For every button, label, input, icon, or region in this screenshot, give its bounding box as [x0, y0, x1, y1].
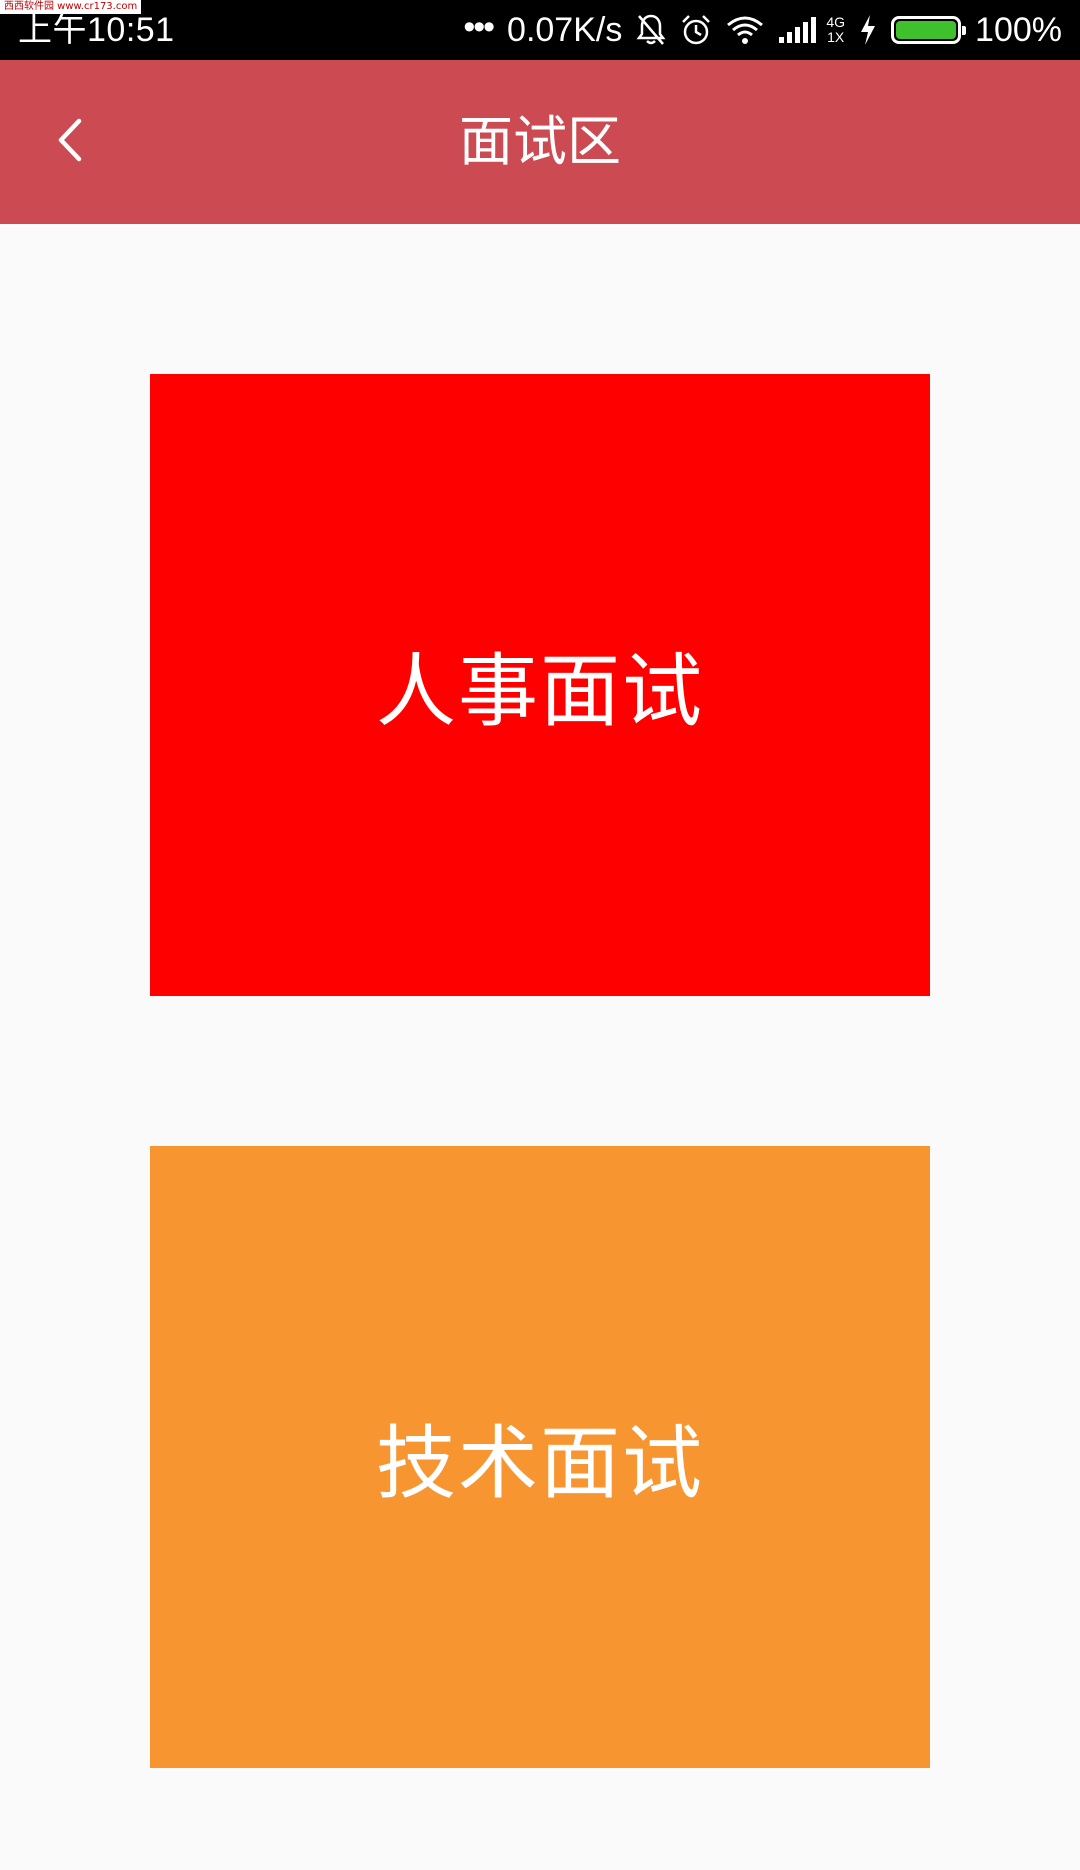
hr-interview-label: 人事面试	[376, 645, 704, 738]
overflow-dots: •••	[463, 8, 495, 46]
battery-fill	[896, 21, 957, 39]
tech-interview-button[interactable]: 技术面试	[150, 1146, 930, 1768]
network-type: 4G 1X	[826, 15, 845, 45]
charging-icon	[859, 14, 877, 46]
battery-percent: 100%	[975, 10, 1062, 49]
tech-interview-label: 技术面试	[376, 1417, 704, 1510]
status-icons: ••• 0.07K/s 4G 1X 100%	[463, 8, 1062, 52]
notifications-off-icon	[636, 13, 666, 47]
wifi-icon	[726, 15, 764, 45]
network-type-bottom: 1X	[827, 29, 845, 45]
watermark: 西西软件园 www.cr173.com	[0, 0, 142, 14]
status-time: 上午10:51	[18, 11, 175, 49]
app-bar: 面试区	[0, 60, 1080, 224]
page-title: 面试区	[459, 110, 621, 173]
back-button[interactable]	[30, 102, 110, 182]
signal-icon	[778, 15, 818, 45]
battery-icon	[891, 16, 967, 44]
status-bar: 上午10:51 西西软件园 www.cr173.com ••• 0.07K/s	[0, 0, 1080, 60]
chevron-left-icon	[55, 117, 85, 167]
alarm-icon	[680, 13, 712, 47]
net-speed: 0.07K/s	[507, 10, 623, 49]
hr-interview-button[interactable]: 人事面试	[150, 374, 930, 996]
network-type-top: 4G	[826, 14, 846, 30]
